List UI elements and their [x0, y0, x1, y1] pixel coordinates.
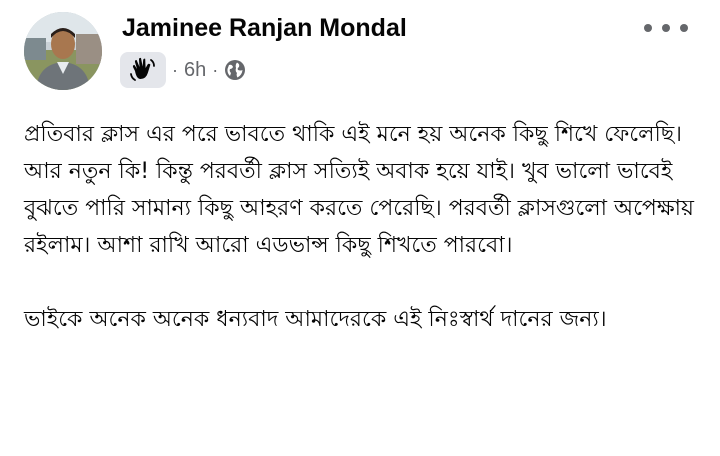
post-paragraph: প্রতিবার ক্লাস এর পরে ভাবতে থাকি এই মনে … [24, 122, 695, 258]
post-body: প্রতিবার ক্লাস এর পরে ভাবতে থাকি এই মনে … [24, 116, 700, 338]
waving-hand-icon[interactable] [120, 52, 166, 88]
post-header: Jaminee Ranjan Mondal · 6h · [0, 0, 720, 100]
author-name[interactable]: Jaminee Ranjan Mondal [122, 12, 407, 44]
more-options-icon[interactable] [644, 14, 688, 42]
dot [644, 24, 652, 32]
post-timestamp[interactable]: 6h [184, 59, 206, 82]
meta-separator: · [212, 59, 219, 80]
post-paragraph: ভাইকে অনেক অনেক ধন্যবাদ আমাদেরকে এই নিঃস… [24, 307, 607, 332]
globe-icon[interactable] [224, 59, 246, 81]
avatar[interactable] [24, 12, 102, 90]
dot [680, 24, 688, 32]
post-meta: · 6h · [120, 52, 246, 88]
dot [662, 24, 670, 32]
meta-separator: · [172, 59, 178, 80]
